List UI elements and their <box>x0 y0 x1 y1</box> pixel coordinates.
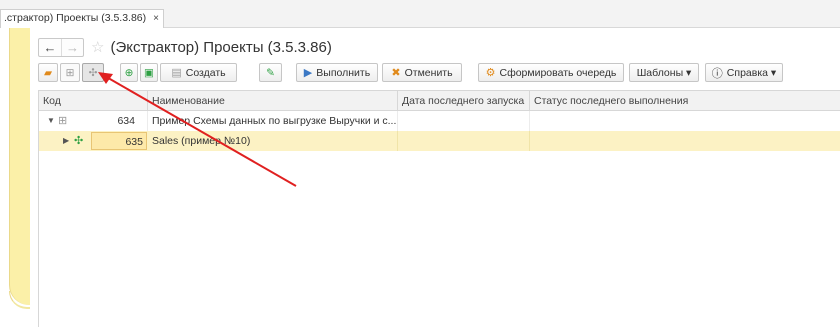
column-header-code[interactable]: Код <box>39 91 148 111</box>
create-queue-label: Сформировать очередь <box>499 66 617 79</box>
info-icon: ⓘ <box>711 67 723 80</box>
table-row[interactable]: ▼ ⊞ 634 Пример Схемы данных по выгрузке … <box>39 111 840 131</box>
hierarchy-icon: ⊞ <box>65 66 75 79</box>
templates-label: Шаблоны ▾ <box>636 66 692 79</box>
cell-last-run <box>398 131 530 151</box>
projects-table[interactable]: Код Наименование Дата последнего запуска… <box>38 90 840 327</box>
help-label: Справка ▾ <box>726 66 777 79</box>
page-title: (Экстрактор) Проекты (3.5.3.86) <box>110 38 332 56</box>
hierarchy-button[interactable]: ⊞ <box>60 63 80 82</box>
help-dropdown[interactable]: ⓘ Справка ▾ <box>705 63 783 82</box>
copy-icon: ▣ <box>144 66 154 79</box>
tab-label: .страктор) Проекты (3.5.3.86) <box>4 12 147 24</box>
cancel-icon: ✖ <box>391 67 401 79</box>
tree-structure-icon: ✣ <box>74 135 84 147</box>
run-icon: ▶ <box>303 67 313 79</box>
navigation-buttons: ← → <box>38 37 84 57</box>
column-header-status[interactable]: Статус последнего выполнения <box>530 91 840 111</box>
form-pane: ← → ☆ (Экстрактор) Проекты (3.5.3.86) ▰ … <box>30 28 840 327</box>
create-queue-button[interactable]: ⚙ Сформировать очередь <box>478 63 624 82</box>
tab-projects[interactable]: .страктор) Проекты (3.5.3.86) × <box>0 9 164 28</box>
cell-last-run <box>398 111 530 131</box>
cell-name: Пример Схемы данных по выгрузке Выручки … <box>148 111 398 131</box>
add-icon: ⊕ <box>124 66 134 79</box>
table-row-selected[interactable]: ▶ ✣ 635 Sales (пример №10) <box>39 131 840 151</box>
copy-button[interactable]: ▣ <box>140 63 158 82</box>
back-button[interactable]: ← <box>39 39 61 56</box>
title-row: ← → ☆ (Экстрактор) Проекты (3.5.3.86) <box>38 37 332 57</box>
edit-button[interactable]: ✎ <box>259 63 282 82</box>
cell-status <box>530 111 840 131</box>
cancel-button[interactable]: ✖ Отменить <box>382 63 462 82</box>
cancel-button-label: Отменить <box>404 66 453 79</box>
cell-name: Sales (пример №10) <box>148 131 398 151</box>
column-header-name[interactable]: Наименование <box>148 91 398 111</box>
tree-structure-icon: ✣ <box>88 66 98 79</box>
queue-icon: ⚙ <box>485 67 496 79</box>
forward-button[interactable]: → <box>61 38 83 56</box>
pencil-icon: ✎ <box>266 66 275 79</box>
tab-bar: .страктор) Проекты (3.5.3.86) × <box>0 0 840 28</box>
templates-dropdown[interactable]: Шаблоны ▾ <box>629 63 699 82</box>
cell-code: 634 <box>39 111 148 131</box>
expand-triangle-icon[interactable]: ▶ <box>63 136 69 145</box>
run-button-label: Выполнить <box>316 66 371 79</box>
create-button-label: Создать <box>185 66 226 79</box>
open-folder-button[interactable]: ▰ <box>38 63 58 82</box>
folder-open-icon: ▰ <box>43 66 53 79</box>
create-icon: ▤ <box>171 67 182 79</box>
close-icon[interactable]: × <box>153 13 159 24</box>
left-accent-strip <box>9 28 30 305</box>
column-header-last-run[interactable]: Дата последнего запуска <box>398 91 530 111</box>
cell-code: 635 <box>91 132 147 150</box>
tree-structure-button[interactable]: ✣ <box>82 63 104 82</box>
cell-status <box>530 131 840 151</box>
run-button[interactable]: ▶ Выполнить <box>296 63 378 82</box>
add-button[interactable]: ⊕ <box>120 63 138 82</box>
favorite-star-icon[interactable]: ☆ <box>91 38 104 56</box>
create-button[interactable]: ▤ Создать <box>160 63 237 82</box>
table-header: Код Наименование Дата последнего запуска… <box>39 91 840 111</box>
